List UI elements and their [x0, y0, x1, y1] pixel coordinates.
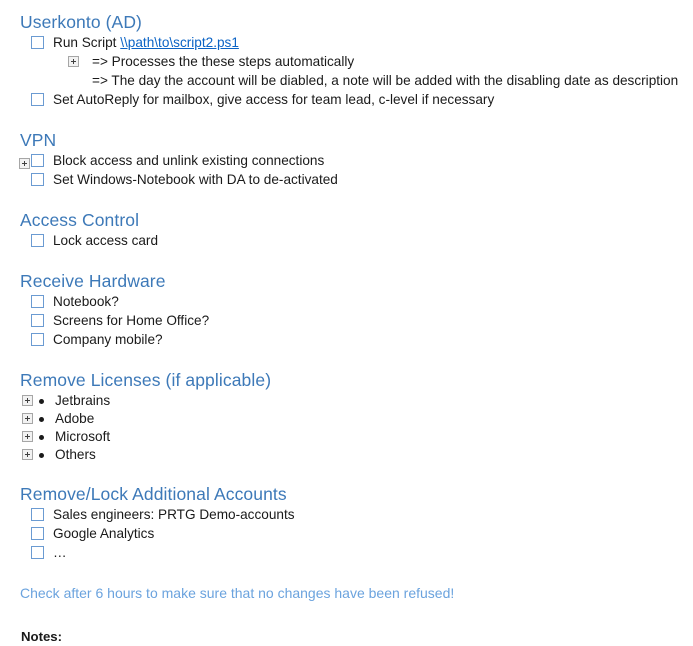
- row-disabling-date-note: => The day the account will be diabled, …: [0, 72, 693, 91]
- bullet-dot-icon-adobe: [39, 417, 44, 422]
- row-label-google-analytics: Google Analytics: [53, 526, 155, 541]
- plus-expand-icon-microsoft[interactable]: [22, 431, 33, 442]
- row-license-microsoft[interactable]: Microsoft: [0, 428, 693, 446]
- checkbox-icon-notebook[interactable]: [31, 295, 44, 308]
- section-heading-remove-lock-additional-accounts: Remove/Lock Additional Accounts: [20, 484, 287, 504]
- section-remove-lock-additional-accounts: Remove/Lock Additional Accounts Sales en…: [0, 483, 693, 563]
- checkbox-icon-ellipsis-account[interactable]: [31, 546, 44, 559]
- row-license-adobe[interactable]: Adobe: [0, 410, 693, 428]
- section-heading-access-control: Access Control: [20, 210, 140, 230]
- section-userkonto: Userkonto (AD) Run Script \\path\to\scri…: [0, 11, 693, 110]
- row-label-block-access: Block access and unlink existing connect…: [53, 153, 325, 168]
- checkbox-icon-set-autoreply[interactable]: [31, 93, 44, 106]
- checkbox-icon-screens-home-office[interactable]: [31, 314, 44, 327]
- checkbox-icon-run-script[interactable]: [31, 36, 44, 49]
- row-run-script[interactable]: Run Script \\path\to\script2.ps1: [0, 34, 693, 53]
- row-set-windows-notebook-da[interactable]: Set Windows-Notebook with DA to de-activ…: [0, 171, 693, 190]
- plus-expand-icon-others[interactable]: [22, 449, 33, 460]
- plus-expand-icon-jetbrains[interactable]: [22, 395, 33, 406]
- notes-label: Notes:: [21, 629, 63, 644]
- row-label-lock-access-card: Lock access card: [53, 233, 159, 248]
- top-spacer: [0, 0, 693, 11]
- bullet-dot-icon-others: [39, 453, 44, 458]
- section-access-control: Access Control Lock access card: [0, 209, 693, 251]
- row-sales-engineers-prtg[interactable]: Sales engineers: PRTG Demo-accounts: [0, 506, 693, 525]
- row-license-others[interactable]: Others: [0, 446, 693, 464]
- row-block-access-unlink[interactable]: Block access and unlink existing connect…: [0, 152, 693, 171]
- plus-expand-icon-block-access[interactable]: [19, 157, 30, 169]
- run-script-prefix: Run Script: [53, 35, 121, 50]
- row-label-set-autoreply: Set AutoReply for mailbox, give access f…: [53, 92, 495, 107]
- checkbox-icon-sales-engineers-prtg[interactable]: [31, 508, 44, 521]
- lead-plus-wrapper-block-access: [0, 152, 31, 171]
- row-ellipsis-account[interactable]: …: [0, 544, 693, 563]
- row-processes-steps-automatically: => Processes the these steps automatical…: [0, 53, 693, 72]
- section-heading-receive-hardware: Receive Hardware: [20, 271, 166, 291]
- row-label-run-script: Run Script \\path\to\script2.ps1: [53, 34, 239, 52]
- footer-check-reminder: Check after 6 hours to make sure that no…: [20, 585, 455, 601]
- row-license-jetbrains[interactable]: Jetbrains: [0, 392, 693, 410]
- checkbox-icon-lock-access-card[interactable]: [31, 234, 44, 247]
- row-screens-home-office[interactable]: Screens for Home Office?: [0, 312, 693, 331]
- arrow-text-processes-steps: => Processes the these steps automatical…: [92, 54, 355, 69]
- checkbox-icon-set-windows-notebook-da[interactable]: [31, 173, 44, 186]
- row-lock-access-card[interactable]: Lock access card: [0, 232, 693, 251]
- row-google-analytics[interactable]: Google Analytics: [0, 525, 693, 544]
- row-notebook[interactable]: Notebook?: [0, 293, 693, 312]
- section-heading-vpn: VPN: [20, 130, 57, 150]
- row-label-screens-home-office: Screens for Home Office?: [53, 313, 210, 328]
- row-label-sales-engineers-prtg: Sales engineers: PRTG Demo-accounts: [53, 507, 295, 522]
- bullet-dot-icon-jetbrains: [39, 399, 44, 404]
- checklist-document: Userkonto (AD) Run Script \\path\to\scri…: [0, 0, 693, 644]
- script-path-link[interactable]: \\path\to\script2.ps1: [120, 35, 239, 50]
- plus-expand-icon-adobe[interactable]: [22, 413, 33, 424]
- row-label-ellipsis-account: …: [53, 545, 67, 560]
- checkbox-icon-google-analytics[interactable]: [31, 527, 44, 540]
- section-heading-userkonto: Userkonto (AD): [20, 12, 142, 32]
- section-receive-hardware: Receive Hardware Notebook? Screens for H…: [0, 270, 693, 350]
- section-remove-licenses: Remove Licenses (if applicable) Jetbrain…: [0, 369, 693, 464]
- row-label-notebook: Notebook?: [53, 294, 119, 309]
- row-company-mobile[interactable]: Company mobile?: [0, 331, 693, 350]
- row-label-others: Others: [55, 447, 96, 462]
- row-label-microsoft: Microsoft: [55, 429, 111, 444]
- row-label-set-windows-notebook-da: Set Windows-Notebook with DA to de-activ…: [53, 172, 338, 187]
- arrow-text-disabling-date-note: => The day the account will be diabled, …: [92, 73, 679, 88]
- row-label-jetbrains: Jetbrains: [55, 393, 111, 408]
- row-label-company-mobile: Company mobile?: [53, 332, 163, 347]
- section-vpn: VPN Block access and unlink existing con…: [0, 129, 693, 190]
- row-set-autoreply[interactable]: Set AutoReply for mailbox, give access f…: [0, 91, 693, 110]
- checkbox-icon-block-access[interactable]: [31, 154, 44, 167]
- bullet-dot-icon-microsoft: [39, 435, 44, 440]
- plus-expand-icon-processes-steps[interactable]: [68, 56, 79, 67]
- section-heading-remove-licenses: Remove Licenses (if applicable): [20, 370, 272, 390]
- row-label-adobe: Adobe: [55, 411, 95, 426]
- checkbox-icon-company-mobile[interactable]: [31, 333, 44, 346]
